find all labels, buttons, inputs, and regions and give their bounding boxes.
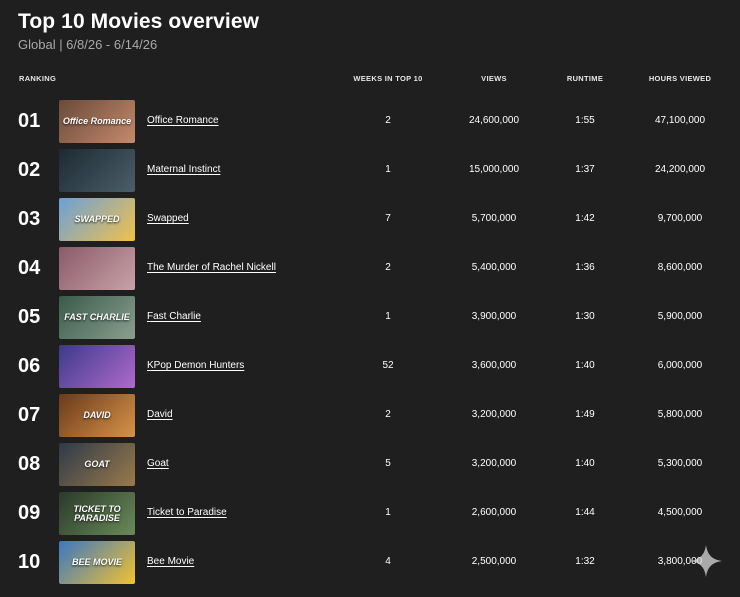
movie-title-link[interactable]: Bee Movie <box>147 556 194 568</box>
rank-number: 03 <box>18 208 41 230</box>
movie-thumbnail[interactable]: DAVID <box>59 394 135 437</box>
weeks-value: 2 <box>385 262 391 273</box>
views-value: 2,600,000 <box>471 507 517 518</box>
movies-table: 01 Office Romance Office Romance 2 24,60… <box>0 97 740 587</box>
hours-value: 8,600,000 <box>657 262 703 273</box>
movie-thumbnail[interactable]: Office Romance <box>59 100 135 143</box>
runtime-value: 1:40 <box>575 360 595 371</box>
thumbnail-text: DAVID <box>83 410 111 420</box>
views-value: 24,600,000 <box>468 115 520 126</box>
movie-title-link[interactable]: Swapped <box>147 213 189 225</box>
movie-thumbnail[interactable]: GOAT <box>59 443 135 486</box>
movie-title-link[interactable]: Goat <box>147 458 169 470</box>
movie-thumbnail[interactable]: BEE MOVIE <box>59 541 135 584</box>
hours-value: 5,800,000 <box>657 409 703 420</box>
rank-number: 07 <box>18 404 41 426</box>
weeks-value: 2 <box>385 115 391 126</box>
thumbnail-text: TICKET TO PARADISE <box>73 503 121 523</box>
table-header: RANKING WEEKS IN TOP 10 VIEWS RUNTIME HO… <box>0 74 740 86</box>
weeks-value: 1 <box>385 311 391 322</box>
page-header: Top 10 Movies overview Global | 6/8/26 -… <box>18 9 259 53</box>
runtime-value: 1:42 <box>575 213 595 224</box>
views-value: 15,000,000 <box>468 164 520 175</box>
movie-thumbnail[interactable] <box>59 247 135 290</box>
table-row: 09 TICKET TO PARADISE Ticket to Paradise… <box>0 489 740 538</box>
views-value: 3,200,000 <box>471 409 517 420</box>
table-row: 03 SWAPPED Swapped 7 5,700,000 1:42 9,70… <box>0 195 740 244</box>
weeks-value: 7 <box>385 213 391 224</box>
column-header-hours: HOURS VIEWED <box>648 74 712 83</box>
page-subtitle: Global | 6/8/26 - 6/14/26 <box>18 37 158 52</box>
column-header-runtime: RUNTIME <box>566 74 604 83</box>
sparkle-icon <box>690 545 722 577</box>
thumbnail-text: BEE MOVIE <box>71 557 122 567</box>
table-row: 01 Office Romance Office Romance 2 24,60… <box>0 97 740 146</box>
page-title: Top 10 Movies overview <box>18 10 260 33</box>
runtime-value: 1:55 <box>575 115 595 126</box>
runtime-value: 1:32 <box>575 556 595 567</box>
rank-number: 05 <box>18 306 41 328</box>
views-value: 5,700,000 <box>471 213 517 224</box>
column-header-views: VIEWS <box>481 74 507 83</box>
movie-title-link[interactable]: The Murder of Rachel Nickell <box>147 262 276 274</box>
rank-number: 08 <box>18 453 41 475</box>
movie-title-link[interactable]: Fast Charlie <box>147 311 201 323</box>
hours-value: 47,100,000 <box>654 115 706 126</box>
runtime-value: 1:40 <box>575 458 595 469</box>
column-header-weeks: WEEKS IN TOP 10 <box>353 74 423 83</box>
movie-thumbnail[interactable] <box>59 149 135 192</box>
rank-number: 09 <box>18 502 41 524</box>
movie-thumbnail[interactable]: FAST CHARLIE <box>59 296 135 339</box>
runtime-value: 1:44 <box>575 507 595 518</box>
rank-number: 02 <box>18 159 41 181</box>
rank-number: 10 <box>18 551 41 573</box>
hours-value: 24,200,000 <box>654 164 706 175</box>
movie-thumbnail[interactable]: SWAPPED <box>59 198 135 241</box>
hours-value: 6,000,000 <box>657 360 703 371</box>
weeks-value: 52 <box>382 360 394 371</box>
views-value: 3,600,000 <box>471 360 517 371</box>
table-row: 08 GOAT Goat 5 3,200,000 1:40 5,300,000 <box>0 440 740 489</box>
weeks-value: 5 <box>385 458 391 469</box>
views-value: 5,400,000 <box>471 262 517 273</box>
movie-title-link[interactable]: Maternal Instinct <box>147 164 220 176</box>
weeks-value: 1 <box>385 164 391 175</box>
views-value: 3,900,000 <box>471 311 517 322</box>
table-row: 06 KPop Demon Hunters 52 3,600,000 1:40 … <box>0 342 740 391</box>
table-row: 04 The Murder of Rachel Nickell 2 5,400,… <box>0 244 740 293</box>
movie-thumbnail[interactable] <box>59 345 135 388</box>
hours-value: 5,300,000 <box>657 458 703 469</box>
rank-number: 04 <box>18 257 41 279</box>
rank-number: 01 <box>18 110 41 132</box>
thumbnail-text: Office Romance <box>62 116 132 126</box>
table-row: 05 FAST CHARLIE Fast Charlie 1 3,900,000… <box>0 293 740 342</box>
views-value: 3,200,000 <box>471 458 517 469</box>
table-row: 02 Maternal Instinct 1 15,000,000 1:37 2… <box>0 146 740 195</box>
movie-title-link[interactable]: Office Romance <box>147 115 219 127</box>
thumbnail-text: GOAT <box>84 459 110 469</box>
weeks-value: 4 <box>385 556 391 567</box>
column-header-ranking: RANKING <box>19 74 57 83</box>
runtime-value: 1:36 <box>575 262 595 273</box>
hours-value: 4,500,000 <box>657 507 703 518</box>
movie-title-link[interactable]: KPop Demon Hunters <box>147 360 244 372</box>
runtime-value: 1:30 <box>575 311 595 322</box>
movie-title-link[interactable]: David <box>147 409 173 421</box>
rank-number: 06 <box>18 355 41 377</box>
views-value: 2,500,000 <box>471 556 517 567</box>
weeks-value: 1 <box>385 507 391 518</box>
thumbnail-text: SWAPPED <box>74 214 120 224</box>
table-row: 07 DAVID David 2 3,200,000 1:49 5,800,00… <box>0 391 740 440</box>
runtime-value: 1:37 <box>575 164 595 175</box>
movie-thumbnail[interactable]: TICKET TO PARADISE <box>59 492 135 535</box>
weeks-value: 2 <box>385 409 391 420</box>
runtime-value: 1:49 <box>575 409 595 420</box>
thumbnail-text: FAST CHARLIE <box>64 312 130 322</box>
table-row: 10 BEE MOVIE Bee Movie 4 2,500,000 1:32 … <box>0 538 740 587</box>
movie-title-link[interactable]: Ticket to Paradise <box>147 507 227 519</box>
hours-value: 5,900,000 <box>657 311 703 322</box>
hours-value: 9,700,000 <box>657 213 703 224</box>
